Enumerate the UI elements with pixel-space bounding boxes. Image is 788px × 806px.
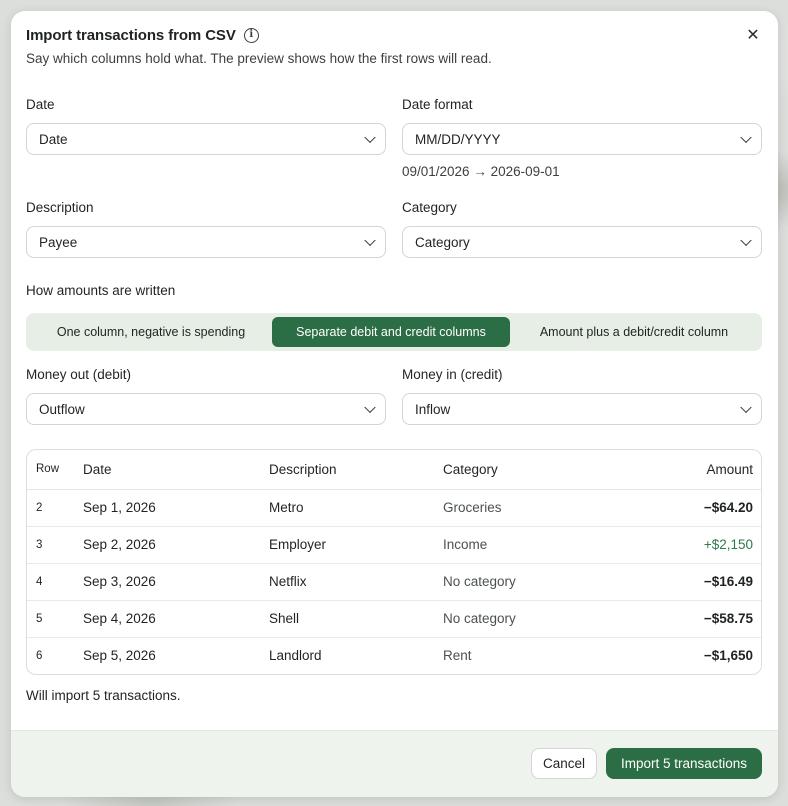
cell-category: No category bbox=[443, 563, 643, 601]
money-in-field: Money in (credit) Inflow bbox=[402, 367, 762, 425]
cell-date: Sep 5, 2026 bbox=[83, 648, 156, 664]
cell-description: Landlord bbox=[269, 648, 322, 664]
description-column-value: Payee bbox=[39, 234, 78, 250]
chevron-down-icon bbox=[364, 234, 376, 247]
chevron-down-icon bbox=[740, 401, 752, 414]
date-field: Date Date bbox=[26, 97, 386, 155]
cell-row: 4 bbox=[27, 563, 83, 601]
cell-row: 5 bbox=[27, 600, 83, 638]
header-row: Row bbox=[27, 450, 83, 490]
amount-option-single-column[interactable]: One column, negative is spending bbox=[30, 317, 272, 347]
money-out-field: Money out (debit) Outflow bbox=[26, 367, 386, 425]
table-row: 5 Sep 4, 2026 Shell No category −$58.75 bbox=[27, 600, 761, 638]
header-date: Date bbox=[83, 450, 269, 490]
cell-amount: −$16.49 bbox=[643, 563, 761, 601]
cell-date: Sep 4, 2026 bbox=[83, 600, 269, 638]
amount-option-separate-columns[interactable]: Separate debit and credit columns bbox=[272, 317, 510, 347]
header-description: Description bbox=[269, 450, 443, 490]
description-field: Description Payee bbox=[26, 200, 386, 258]
date-field-label: Date bbox=[26, 97, 55, 112]
dialog-footer: Cancel Import 5 transactions bbox=[11, 730, 778, 797]
cell-date: Sep 1, 2026 bbox=[83, 489, 269, 527]
category-field: Category Category bbox=[402, 200, 762, 258]
money-out-value: Outflow bbox=[39, 401, 85, 417]
money-in-value: Inflow bbox=[415, 401, 451, 417]
date-column-value: Date bbox=[39, 131, 68, 147]
cell-date: Sep 2, 2026 bbox=[83, 526, 269, 564]
chevron-down-icon bbox=[740, 131, 752, 144]
cell-amount: +$2,150 bbox=[643, 526, 761, 564]
amount-format-segmented-control: One column, negative is spending Separat… bbox=[26, 313, 762, 351]
chevron-down-icon bbox=[740, 234, 752, 247]
cell-category: Groceries bbox=[443, 489, 643, 527]
info-icon[interactable]: i bbox=[243, 27, 259, 43]
date-format-example: 09/01/2026 → 2026-09-01 bbox=[402, 164, 560, 179]
date-format-value: MM/DD/YYYY bbox=[415, 131, 501, 147]
cell-category: Income bbox=[443, 526, 643, 564]
cell-category: Rent bbox=[443, 648, 472, 664]
dialog-title: Import transactions from CSV bbox=[26, 26, 236, 44]
money-out-label: Money out (debit) bbox=[26, 367, 132, 382]
cell-amount: −$64.20 bbox=[643, 489, 761, 527]
category-column-value: Category bbox=[415, 234, 470, 250]
money-in-select[interactable]: Inflow bbox=[402, 393, 762, 425]
table-row: 6 Sep 5, 2026 Landlord Rent −$1,650 bbox=[27, 637, 761, 674]
cell-description: Employer bbox=[269, 526, 443, 564]
amounts-section-label: How amounts are written bbox=[26, 283, 176, 298]
amount-option-debit-credit-column[interactable]: Amount plus a debit/credit column bbox=[510, 317, 758, 347]
cell-row: 6 bbox=[36, 649, 43, 662]
date-format-select[interactable]: MM/DD/YYYY bbox=[402, 123, 762, 155]
header-amount: Amount bbox=[643, 450, 761, 490]
header-category: Category bbox=[443, 450, 643, 490]
cell-description: Shell bbox=[269, 600, 443, 638]
dialog-header: Import transactions from CSV i ✕ Say whi… bbox=[26, 25, 763, 67]
date-format-field: Date format MM/DD/YYYY 09/01/2026 → 2026… bbox=[402, 97, 762, 179]
cell-row: 2 bbox=[27, 489, 83, 527]
category-field-label: Category bbox=[402, 200, 457, 215]
cell-description: Metro bbox=[269, 489, 443, 527]
cancel-button[interactable]: Cancel bbox=[530, 748, 597, 779]
import-summary: Will import 5 transactions. bbox=[26, 688, 181, 703]
cell-category: No category bbox=[443, 600, 643, 638]
category-column-select[interactable]: Category bbox=[402, 226, 762, 258]
cell-amount: −$1,650 bbox=[703, 648, 753, 664]
preview-table: Row Date Description Category Amount 2 S… bbox=[26, 449, 762, 675]
money-in-label: Money in (credit) bbox=[402, 367, 503, 382]
description-column-select[interactable]: Payee bbox=[26, 226, 386, 258]
import-csv-dialog: Import transactions from CSV i ✕ Say whi… bbox=[11, 11, 778, 797]
close-icon[interactable]: ✕ bbox=[743, 25, 763, 45]
cell-date: Sep 3, 2026 bbox=[83, 563, 269, 601]
chevron-down-icon bbox=[364, 401, 376, 414]
table-row: 4 Sep 3, 2026 Netflix No category −$16.4… bbox=[27, 563, 761, 601]
description-field-label: Description bbox=[26, 200, 94, 215]
table-row: 3 Sep 2, 2026 Employer Income +$2,150 bbox=[27, 526, 761, 564]
money-out-select[interactable]: Outflow bbox=[26, 393, 386, 425]
date-format-label: Date format bbox=[402, 97, 473, 112]
cell-amount: −$58.75 bbox=[643, 600, 761, 638]
table-row: 2 Sep 1, 2026 Metro Groceries −$64.20 bbox=[27, 489, 761, 527]
chevron-down-icon bbox=[364, 131, 376, 144]
cell-description: Netflix bbox=[269, 563, 443, 601]
dialog-subtitle: Say which columns hold what. The preview… bbox=[26, 51, 492, 66]
table-header-row: Row Date Description Category Amount bbox=[27, 450, 761, 490]
date-column-select[interactable]: Date bbox=[26, 123, 386, 155]
import-button[interactable]: Import 5 transactions bbox=[606, 748, 762, 779]
cell-row: 3 bbox=[27, 526, 83, 564]
